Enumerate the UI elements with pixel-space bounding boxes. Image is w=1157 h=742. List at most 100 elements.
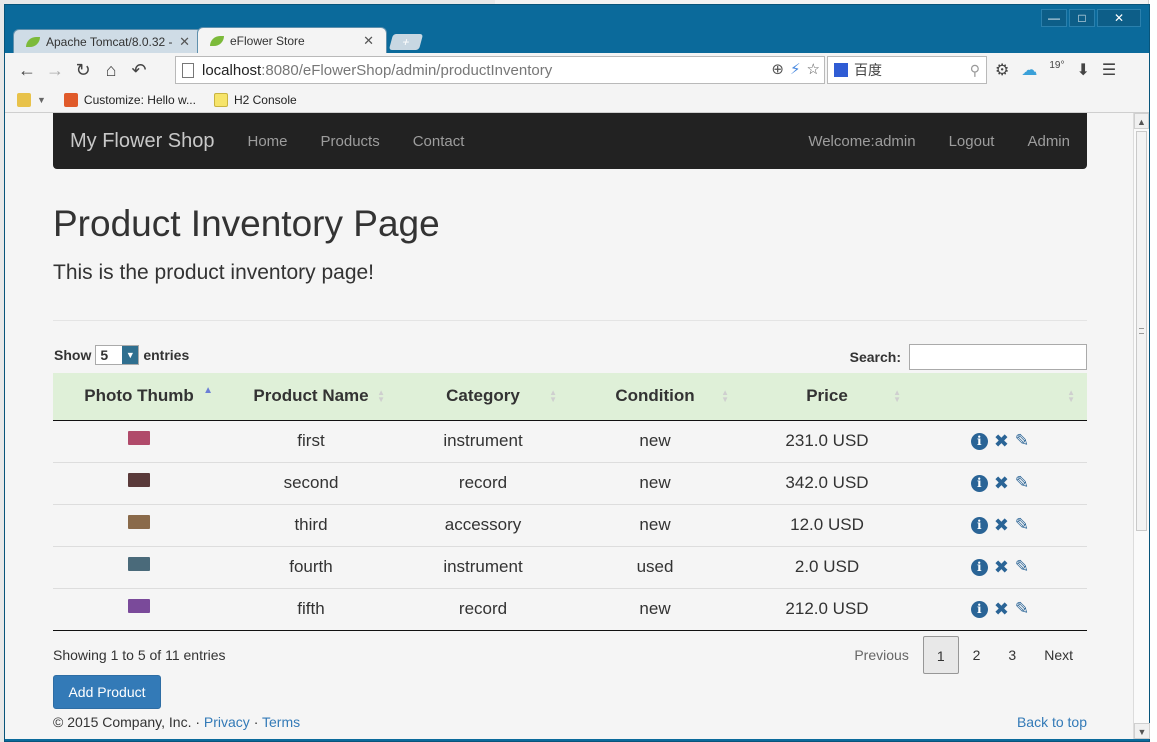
leaf-favicon-icon <box>210 35 224 46</box>
tab-close-icon[interactable]: ✕ <box>363 33 374 49</box>
entries-label: entries <box>143 347 190 363</box>
column-label: Price <box>806 386 848 406</box>
nav-logout[interactable]: Logout <box>949 133 995 150</box>
add-product-button[interactable]: Add Product <box>53 674 161 709</box>
product-thumbnail[interactable] <box>128 598 150 613</box>
category-cell: record <box>397 587 569 631</box>
condition-cell: new <box>569 503 741 546</box>
product-thumbnail[interactable] <box>128 556 150 571</box>
tab-label: eFlower Store <box>230 33 305 48</box>
close-window-icon[interactable]: ✕ <box>1097 9 1141 27</box>
tab-close-icon[interactable]: ✕ <box>179 34 190 50</box>
row-actions: i ✖ ✎ <box>970 557 1029 578</box>
search-icon[interactable]: ⚲ <box>970 62 980 79</box>
pagination-previous[interactable]: Previous <box>840 636 922 674</box>
row-actions: i ✖ ✎ <box>970 473 1029 494</box>
column-label: Product Name <box>253 386 369 406</box>
nav-products[interactable]: Products <box>321 133 380 150</box>
product-name-cell: fifth <box>225 587 397 631</box>
product-thumbnail[interactable] <box>128 430 150 445</box>
edit-icon[interactable]: ✎ <box>1015 599 1029 619</box>
home-icon[interactable]: ⌂ <box>97 58 125 82</box>
remove-icon[interactable]: ✖ <box>994 557 1009 578</box>
pagination-page-2[interactable]: 2 <box>959 636 995 674</box>
undo-icon[interactable]: ↶ <box>125 58 153 82</box>
condition-cell: new <box>639 431 671 450</box>
edit-icon[interactable]: ✎ <box>1015 557 1029 577</box>
remove-icon[interactable]: ✖ <box>994 515 1009 536</box>
product-thumbnail[interactable] <box>128 514 150 529</box>
reload-icon[interactable]: ↻ <box>69 58 97 82</box>
tab-tomcat[interactable]: Apache Tomcat/8.0.32 - E ✕ <box>13 29 203 53</box>
address-bar[interactable]: localhost :8080/eFlowerShop/admin/produc… <box>175 56 825 84</box>
edit-icon[interactable]: ✎ <box>1015 431 1029 451</box>
forward-icon[interactable]: → <box>41 58 69 82</box>
maximize-icon[interactable]: □ <box>1069 9 1095 27</box>
navbar-brand[interactable]: My Flower Shop <box>70 130 215 153</box>
back-to-top-link[interactable]: Back to top <box>1017 714 1087 730</box>
tab-eflower-store[interactable]: eFlower Store ✕ <box>197 27 387 53</box>
col-photo-thumb[interactable]: Photo Thumb ▲ <box>53 373 225 421</box>
product-name-cell: second <box>225 461 397 504</box>
lightning-icon[interactable]: ⚡ <box>790 60 801 78</box>
nav-home[interactable]: Home <box>248 133 288 150</box>
info-icon[interactable]: i <box>970 432 988 450</box>
scroll-down-icon[interactable]: ▼ <box>1134 723 1150 739</box>
page-length-select[interactable]: 5 ▼ <box>95 345 140 365</box>
category-cell: accessory <box>397 503 569 546</box>
bookmarks-folder[interactable]: ▼ <box>17 92 46 107</box>
info-icon[interactable]: i <box>970 558 988 576</box>
col-category[interactable]: Category ▲ ▼ <box>397 373 569 421</box>
minimize-icon[interactable]: — <box>1041 9 1067 27</box>
pagination-page-3[interactable]: 3 <box>994 636 1030 674</box>
nav-welcome[interactable]: Welcome:admin <box>808 133 915 150</box>
browser-window: — □ ✕ Apache Tomcat/8.0.32 - E ✕ eFlower… <box>4 4 1150 742</box>
remove-icon[interactable]: ✖ <box>994 473 1009 494</box>
back-icon[interactable]: ← <box>13 58 41 82</box>
nav-contact[interactable]: Contact <box>413 133 465 150</box>
menu-icon[interactable]: ☰ <box>1102 60 1116 80</box>
nav-admin[interactable]: Admin <box>1027 133 1070 150</box>
sort-icon: ▲ ▼ <box>1067 388 1075 404</box>
bookmark-customize[interactable]: Customize: Hello w... <box>63 92 196 107</box>
row-actions: i ✖ ✎ <box>970 431 1029 452</box>
weather-icon[interactable]: ☁ <box>1021 60 1037 80</box>
info-icon[interactable]: i <box>970 600 988 618</box>
scroll-thumb[interactable] <box>1136 131 1147 531</box>
bookmark-star-icon[interactable]: ☆ <box>807 60 820 78</box>
vertical-scrollbar[interactable]: ▲ ▼ <box>1133 113 1150 739</box>
actions-cell: i ✖ ✎ <box>913 545 1087 588</box>
privacy-link[interactable]: Privacy <box>204 714 250 730</box>
column-label: Category <box>446 386 520 406</box>
leaf-favicon-icon <box>26 36 40 47</box>
bookmark-h2-console[interactable]: H2 Console <box>213 92 297 107</box>
search-input[interactable] <box>909 344 1087 370</box>
info-icon[interactable]: i <box>970 474 988 492</box>
download-icon[interactable]: ⬇ <box>1076 60 1089 80</box>
table-row: second record new 342.0 USD i ✖ ✎ <box>53 461 1087 504</box>
pagination-page-1[interactable]: 1 <box>922 635 959 674</box>
category-cell: instrument <box>443 431 523 450</box>
pagination-next[interactable]: Next <box>1030 636 1087 674</box>
new-tab-button[interactable]: + <box>388 34 424 50</box>
edit-icon[interactable]: ✎ <box>1015 473 1029 493</box>
tab-label: Apache Tomcat/8.0.32 - E <box>46 34 174 49</box>
weather-temp[interactable]: 19° <box>1049 60 1064 80</box>
remove-icon[interactable]: ✖ <box>994 431 1009 452</box>
zoom-icon[interactable]: ⊕ <box>771 60 784 78</box>
product-thumbnail[interactable] <box>128 472 150 487</box>
col-condition[interactable]: Condition ▲ ▼ <box>569 373 741 421</box>
url-host: localhost <box>202 61 262 79</box>
search-engine-box[interactable]: 百度 ⚲ <box>827 56 987 84</box>
terms-link[interactable]: Terms <box>262 714 300 730</box>
remove-icon[interactable]: ✖ <box>994 599 1009 620</box>
col-actions[interactable]: ▲ ▼ <box>913 373 1087 421</box>
bookmark-label: H2 Console <box>233 92 297 107</box>
puzzle-icon[interactable]: ⚙ <box>995 60 1009 80</box>
info-icon[interactable]: i <box>970 516 988 534</box>
col-price[interactable]: Price ▲ ▼ <box>741 373 913 421</box>
sort-icon: ▲ ▼ <box>377 388 385 404</box>
edit-icon[interactable]: ✎ <box>1015 515 1029 535</box>
col-product-name[interactable]: Product Name ▲ ▼ <box>225 373 397 421</box>
scroll-up-icon[interactable]: ▲ <box>1134 113 1149 129</box>
